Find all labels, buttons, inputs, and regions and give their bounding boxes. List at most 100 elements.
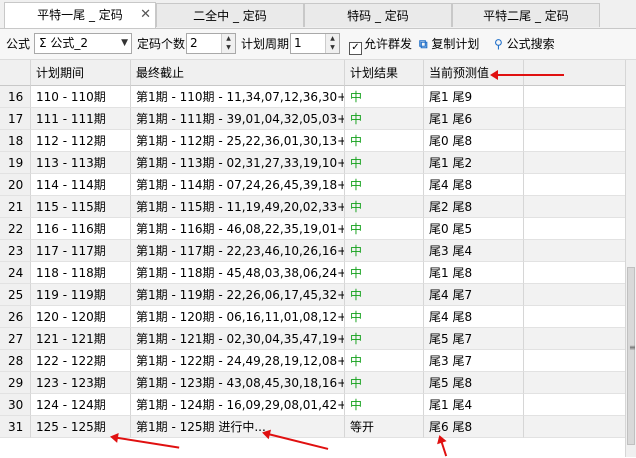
table-row[interactable]: 17 111 - 111期 第1期 - 111期 - 39,01,04,32,05,… — [0, 108, 626, 130]
row-number: 18 — [0, 130, 31, 152]
cycle-label: 计划周期 — [241, 37, 290, 51]
count-spinner[interactable]: 2 ▲ ▼ — [186, 33, 236, 54]
tab-pingte-erwei[interactable]: 平特二尾 _ 定码 — [452, 3, 600, 27]
cell-result: 中 — [345, 306, 424, 328]
row-number: 19 — [0, 152, 31, 174]
cell-empty — [524, 218, 626, 240]
cell-result: 中 — [345, 328, 424, 350]
cell-result: 中 — [345, 240, 424, 262]
column-header-prediction[interactable]: 当前预测值 — [424, 60, 524, 86]
cell-deadline: 第1期 - 120期 - 06,16,11,01,08,12+41 — [131, 306, 345, 328]
cell-empty — [524, 306, 626, 328]
cell-deadline: 第1期 - 111期 - 39,01,04,32,05,03+10 — [131, 108, 345, 130]
copy-plan-button[interactable]: ⧉ 复制计划 — [419, 29, 479, 59]
table-row[interactable]: 19 113 - 113期 第1期 - 113期 - 02,31,27,33,19,… — [0, 152, 626, 174]
formula-select[interactable]: Σ 公式_2 ▼ — [34, 33, 132, 54]
cell-deadline: 第1期 - 114期 - 07,24,26,45,39,18+44 — [131, 174, 345, 196]
tab-label: 特码 _ 定码 — [347, 9, 409, 23]
formula-label: 公式 — [6, 37, 31, 51]
spinner-buttons[interactable]: ▲ ▼ — [221, 34, 235, 53]
cell-prediction: 尾0 尾5 — [424, 218, 524, 240]
cell-period: 124 - 124期 — [31, 394, 131, 416]
cell-deadline: 第1期 - 125期 进行中... — [131, 416, 345, 438]
cell-period: 120 - 120期 — [31, 306, 131, 328]
cell-prediction: 尾3 尾7 — [424, 350, 524, 372]
table-header: 计划期间 最终截止 计划结果 当前预测值 — [0, 60, 626, 86]
cell-empty — [524, 174, 626, 196]
row-number-header — [0, 60, 31, 86]
cell-period: 114 - 114期 — [31, 174, 131, 196]
scrollbar-thumb[interactable] — [627, 267, 635, 445]
cell-result: 中 — [345, 394, 424, 416]
close-icon[interactable]: ✕ — [140, 3, 151, 27]
table-row[interactable]: 18 112 - 112期 第1期 - 112期 - 25,22,36,01,30,… — [0, 130, 626, 152]
cell-deadline: 第1期 - 115期 - 11,19,49,20,02,33+06 — [131, 196, 345, 218]
column-header-empty — [524, 60, 626, 86]
column-header-period[interactable]: 计划期间 — [31, 60, 131, 86]
tab-pingte-yiwei[interactable]: 平特一尾 _ 定码 ✕ — [4, 2, 156, 28]
cell-result: 中 — [345, 218, 424, 240]
table-row[interactable]: 20 114 - 114期 第1期 - 114期 - 07,24,26,45,39,… — [0, 174, 626, 196]
tab-tema[interactable]: 特码 _ 定码 — [304, 3, 452, 27]
cell-period: 119 - 119期 — [31, 284, 131, 306]
search-formula-label: 公式搜索 — [506, 37, 555, 51]
spin-up-icon[interactable]: ▲ — [326, 34, 339, 43]
search-formula-button[interactable]: ⚲ 公式搜索 — [494, 29, 555, 59]
grip-icon: ≡ — [629, 343, 636, 352]
table-row[interactable]: 25 119 - 119期 第1期 - 119期 - 22,26,06,17,45,… — [0, 284, 626, 306]
allow-group-label: 允许群发 — [364, 37, 413, 51]
column-header-deadline[interactable]: 最终截止 — [131, 60, 345, 86]
checkbox-checked-icon[interactable]: ✓ — [349, 42, 362, 55]
cell-period: 115 - 115期 — [31, 196, 131, 218]
table-row[interactable]: 31 125 - 125期 第1期 - 125期 进行中... 等开 尾6 尾8 — [0, 416, 626, 438]
row-number: 21 — [0, 196, 31, 218]
table-row[interactable]: 30 124 - 124期 第1期 - 124期 - 16,09,29,08,01,… — [0, 394, 626, 416]
table-row[interactable]: 21 115 - 115期 第1期 - 115期 - 11,19,49,20,02,… — [0, 196, 626, 218]
cell-empty — [524, 86, 626, 108]
cell-result: 中 — [345, 108, 424, 130]
spin-up-icon[interactable]: ▲ — [222, 34, 235, 43]
tab-erquanzhong[interactable]: 二全中 _ 定码 — [156, 3, 304, 27]
table-row[interactable]: 28 122 - 122期 第1期 - 122期 - 24,49,28,19,12,… — [0, 350, 626, 372]
allow-group-checkbox[interactable]: ✓ 允许群发 — [349, 29, 412, 59]
row-number: 20 — [0, 174, 31, 196]
table-row[interactable]: 26 120 - 120期 第1期 - 120期 - 06,16,11,01,08,… — [0, 306, 626, 328]
row-number: 16 — [0, 86, 31, 108]
cell-deadline: 第1期 - 122期 - 24,49,28,19,12,08+37 — [131, 350, 345, 372]
spinner-buttons[interactable]: ▲ ▼ — [325, 34, 339, 53]
table-row[interactable]: 24 118 - 118期 第1期 - 118期 - 45,48,03,38,06,… — [0, 262, 626, 284]
table-row[interactable]: 27 121 - 121期 第1期 - 121期 - 02,30,04,35,47,… — [0, 328, 626, 350]
cell-prediction: 尾5 尾7 — [424, 328, 524, 350]
cycle-spinner[interactable]: 1 ▲ ▼ — [290, 33, 340, 54]
cell-empty — [524, 328, 626, 350]
cell-empty — [524, 240, 626, 262]
cell-deadline: 第1期 - 123期 - 43,08,45,30,18,16+27 — [131, 372, 345, 394]
spin-down-icon[interactable]: ▼ — [326, 43, 339, 52]
row-number: 26 — [0, 306, 31, 328]
toolbar: 公式 Σ 公式_2 ▼ 定码个数 2 ▲ ▼ 计划周期 1 ▲ ▼ ✓ 允许群发 ⧉ … — [0, 29, 636, 60]
cell-deadline: 第1期 - 117期 - 22,23,46,10,26,16+25 — [131, 240, 345, 262]
cell-deadline: 第1期 - 118期 - 45,48,03,38,06,24+05 — [131, 262, 345, 284]
column-header-result[interactable]: 计划结果 — [345, 60, 424, 86]
cell-period: 112 - 112期 — [31, 130, 131, 152]
spin-down-icon[interactable]: ▼ — [222, 43, 235, 52]
row-number: 22 — [0, 218, 31, 240]
table-row[interactable]: 29 123 - 123期 第1期 - 123期 - 43,08,45,30,18,… — [0, 372, 626, 394]
table-row[interactable]: 23 117 - 117期 第1期 - 117期 - 22,23,46,10,26,… — [0, 240, 626, 262]
cell-result: 中 — [345, 152, 424, 174]
plan-table: 计划期间 最终截止 计划结果 当前预测值 16 110 - 110期 第1期 - 1… — [0, 60, 626, 457]
row-number: 23 — [0, 240, 31, 262]
cell-period: 122 - 122期 — [31, 350, 131, 372]
vertical-scrollbar[interactable]: ≡ — [625, 60, 636, 457]
cell-empty — [524, 350, 626, 372]
cell-result: 中 — [345, 284, 424, 306]
cell-period: 111 - 111期 — [31, 108, 131, 130]
copy-icon: ⧉ — [419, 37, 428, 51]
cell-deadline: 第1期 - 110期 - 11,34,07,12,36,30+17 — [131, 86, 345, 108]
tab-label: 平特一尾 _ 定码 — [37, 8, 123, 22]
table-row[interactable]: 16 110 - 110期 第1期 - 110期 - 11,34,07,12,36,… — [0, 86, 626, 108]
cell-prediction: 尾1 尾2 — [424, 152, 524, 174]
table-row[interactable]: 22 116 - 116期 第1期 - 116期 - 46,08,22,35,19,… — [0, 218, 626, 240]
cell-deadline: 第1期 - 112期 - 25,22,36,01,30,13+04 — [131, 130, 345, 152]
cycle-value: 1 — [294, 36, 302, 50]
